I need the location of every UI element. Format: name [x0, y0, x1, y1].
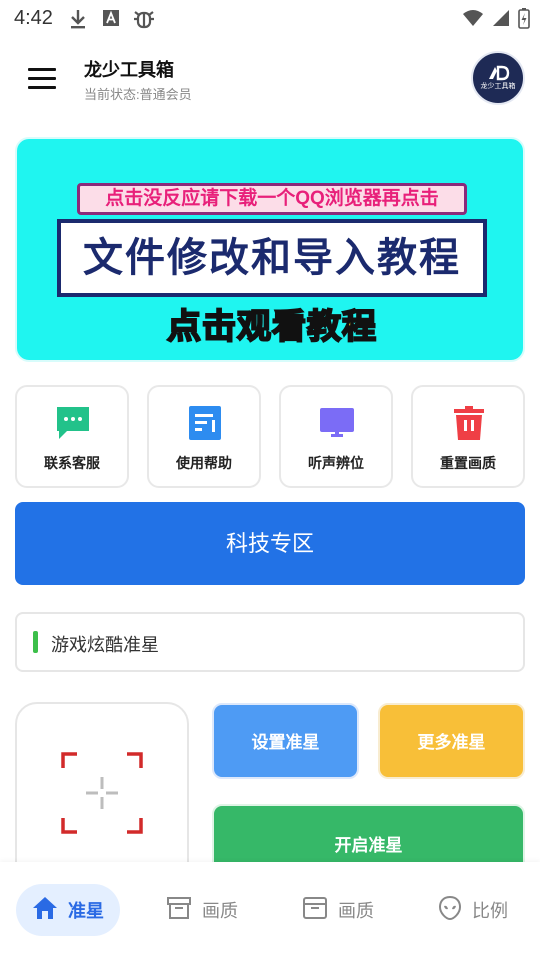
- chat-icon: [55, 405, 91, 441]
- banner-watch-text: 点击观看教程: [166, 307, 377, 347]
- nav-label: 准星: [68, 901, 104, 921]
- menu-icon[interactable]: [28, 68, 56, 90]
- archive-icon: [302, 896, 328, 925]
- tile-sound-locate[interactable]: 听声辨位: [279, 385, 393, 488]
- trash-icon: [451, 405, 487, 441]
- nav-label: 比例: [472, 901, 508, 921]
- app-title: 龙少工具箱: [84, 60, 174, 80]
- monitor-icon: [319, 405, 355, 441]
- download-icon: [68, 8, 88, 35]
- archive-icon: [166, 896, 192, 925]
- notice-box: 游戏炫酷准星: [15, 612, 525, 672]
- battery-charging-icon: [518, 7, 530, 34]
- tech-zone-button[interactable]: 科技专区: [15, 502, 525, 585]
- more-crosshair-button[interactable]: 更多准星: [378, 703, 525, 779]
- text-icon: [102, 8, 120, 33]
- tile-help[interactable]: 使用帮助: [147, 385, 261, 488]
- nav-item-crosshair[interactable]: 准星: [16, 884, 120, 936]
- nav-item-quality-2[interactable]: 画质: [302, 884, 374, 936]
- bottom-nav: 准星 画质 画质 比例: [0, 862, 540, 960]
- tile-contact-support[interactable]: 联系客服: [15, 385, 129, 488]
- notice-accent-bar: [33, 631, 38, 653]
- bug-icon: [133, 8, 155, 35]
- set-crosshair-button[interactable]: 设置准星: [212, 703, 359, 779]
- avatar-text: 龙少工具箱: [480, 83, 516, 90]
- tile-label: 联系客服: [44, 455, 100, 471]
- banner-main-text: 文件修改和导入教程: [57, 219, 487, 297]
- alien-icon: [438, 895, 462, 926]
- tile-reset-quality[interactable]: 重置画质: [411, 385, 525, 488]
- nav-item-ratio[interactable]: 比例: [438, 884, 508, 936]
- wifi-icon: [462, 9, 484, 32]
- nav-label: 画质: [338, 901, 374, 921]
- status-time: 4:42: [14, 7, 53, 29]
- notice-text: 游戏炫酷准星: [51, 635, 159, 656]
- tile-label: 重置画质: [440, 455, 496, 471]
- status-bar: 4:42: [0, 0, 540, 38]
- help-doc-icon: [187, 405, 223, 441]
- home-icon: [32, 896, 58, 925]
- banner-hint-text: 点击没反应请下载一个QQ浏览器再点击: [77, 183, 467, 215]
- tile-label: 使用帮助: [176, 455, 232, 471]
- nav-label: 画质: [202, 901, 238, 921]
- tutorial-banner[interactable]: 点击没反应请下载一个QQ浏览器再点击 文件修改和导入教程 点击观看教程: [15, 137, 525, 362]
- nav-item-quality-1[interactable]: 画质: [166, 884, 238, 936]
- app-header: 龙少工具箱 当前状态:普通会员 龙少工具箱: [0, 44, 540, 120]
- signal-icon: [492, 9, 510, 32]
- avatar[interactable]: 龙少工具箱: [471, 51, 525, 105]
- tile-label: 听声辨位: [308, 455, 364, 471]
- logo-icon: [489, 65, 510, 81]
- crosshair-icon: [61, 752, 143, 834]
- membership-status: 当前状态:普通会员: [84, 87, 192, 102]
